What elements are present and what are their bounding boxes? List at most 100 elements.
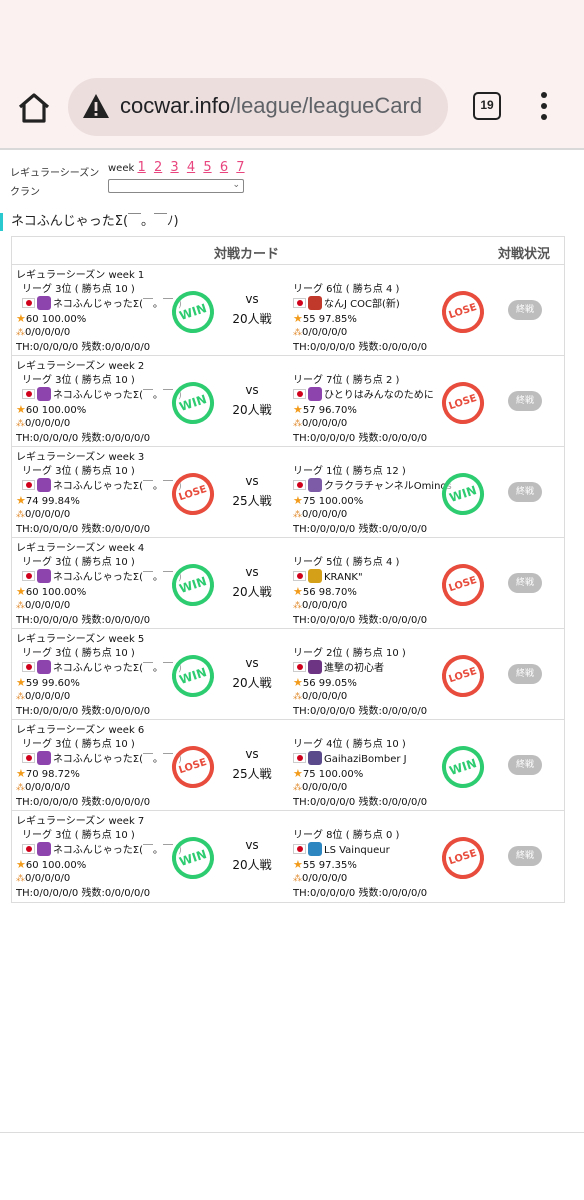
home-damage-line: ⁂0/0/0/0/0 [16,508,186,523]
home-clan-name[interactable]: ネコふんじゃったΣ(￣。￣ﾉ) [53,845,182,856]
warning-icon[interactable] [82,93,110,119]
star-icon: ★ [16,311,26,325]
home-clan-name[interactable]: ネコふんじゃったΣ(￣。￣ﾉ) [53,754,182,765]
home-damage-line: ⁂0/0/0/0/0 [16,599,186,614]
home-clan-name[interactable]: ネコふんじゃったΣ(￣。￣ﾉ) [53,390,182,401]
clan-badge-icon [308,660,322,674]
clan-badge-icon [308,751,322,765]
away-damage-line: ⁂0/0/0/0/0 [293,599,463,614]
home-stars: 59 99.60% [25,677,80,689]
status-button[interactable]: 終戦 [508,846,542,866]
clan-badge-icon [37,660,51,674]
away-clan: リーグ 4位 ( 勝ち点 10 ) GaihaziBomber J ★75 10… [293,724,463,809]
away-th: TH:0/0/0/0/0 残数:0/0/0/0/0 [293,523,428,535]
clan-heading: ネコふんじゃったΣ(￣。￣ﾉ) [0,213,179,231]
star-icon: ★ [293,584,303,598]
address-bar[interactable]: cocwar.info/league/leagueCard [68,78,448,136]
home-icon[interactable] [14,88,54,128]
triple-dot-icon: ⁂ [293,783,302,793]
more-menu-icon[interactable] [536,90,552,124]
week-link-4[interactable]: 4 [187,160,195,175]
away-rank: リーグ 1位 ( 勝ち点 12 ) [293,465,406,477]
home-clan-name[interactable]: ネコふんじゃったΣ(￣。￣ﾉ) [53,481,182,492]
home-stars-line: ★70 98.72% [16,767,186,782]
toolbar-divider [0,148,584,150]
home-rank: リーグ 3位 ( 勝ち点 10 ) [22,374,135,386]
status-button[interactable]: 終戦 [508,391,542,411]
japan-flag-icon [22,753,35,763]
away-clan-name[interactable]: LS Vainqueur [324,845,390,856]
away-th: TH:0/0/0/0/0 残数:0/0/0/0/0 [293,796,428,808]
chevron-down-icon: ⌄ [232,180,240,190]
home-clan-name[interactable]: ネコふんじゃったΣ(￣。￣ﾉ) [53,299,182,310]
home-th: TH:0/0/0/0/0 残数:0/0/0/0/0 [16,432,151,444]
away-clan: リーグ 2位 ( 勝ち点 10 ) 進撃の初心者 ★56 99.05% ⁂0/0… [293,633,463,718]
table-row: レギュラーシーズン week 7 リーグ 3位 ( 勝ち点 10 ) ネコふんじ… [12,811,564,902]
week-link-5[interactable]: 5 [203,160,211,175]
away-damage-line: ⁂0/0/0/0/0 [293,781,463,796]
away-stars: 75 100.00% [302,495,364,507]
clan-badge-icon [37,478,51,492]
away-damage: 0/0/0/0/0 [302,873,348,884]
away-clan-name[interactable]: 進撃の初心者 [324,663,384,674]
japan-flag-icon [293,753,306,763]
away-clan: リーグ 6位 ( 勝ち点 4 ) なんJ COC部(新) ★55 97.85% … [293,269,463,354]
star-icon: ★ [16,766,26,780]
home-damage: 0/0/0/0/0 [25,873,71,884]
browser-toolbar: cocwar.info/league/leagueCard 19 [0,72,584,148]
star-icon: ★ [293,402,303,416]
japan-flag-icon [293,571,306,581]
clan-badge-icon [37,751,51,765]
away-clan-name[interactable]: なんJ COC部(新) [324,299,400,310]
week-link-6[interactable]: 6 [220,160,228,175]
away-stars-line: ★75 100.00% [293,767,463,782]
away-stars: 57 96.70% [302,404,357,416]
away-clan: リーグ 7位 ( 勝ち点 2 ) ひとりはみんなのために ★57 96.70% … [293,360,463,445]
season-label: レギュラーシーズン [10,168,100,179]
home-stars-line: ★60 100.00% [16,858,186,873]
status-button[interactable]: 終戦 [508,482,542,502]
vs-label: vs [245,383,259,397]
away-clan: リーグ 5位 ( 勝ち点 4 ) KRANK" ★56 98.70% ⁂0/0/… [293,542,463,627]
home-clan: レギュラーシーズン week 2 リーグ 3位 ( 勝ち点 10 ) ネコふんじ… [16,360,186,445]
vs-label: vs [245,656,259,670]
home-clan-name[interactable]: ネコふんじゃったΣ(￣。￣ﾉ) [53,663,182,674]
week-label: week [108,163,135,174]
home-stars: 74 99.84% [25,495,80,507]
status-button[interactable]: 終戦 [508,664,542,684]
clan-label: クラン [10,187,40,198]
away-clan: リーグ 8位 ( 勝ち点 0 ) LS Vainqueur ★55 97.35%… [293,815,463,900]
clan-badge-icon [37,842,51,856]
clan-select[interactable]: ⌄ [108,179,244,193]
home-damage-line: ⁂0/0/0/0/0 [16,781,186,796]
week-link-1[interactable]: 1 [137,160,145,175]
home-rank: リーグ 3位 ( 勝ち点 10 ) [22,283,135,295]
away-name-line: ひとりはみんなのために [293,387,463,403]
away-clan-name[interactable]: ひとりはみんなのために [324,390,434,401]
status-button[interactable]: 終戦 [508,300,542,320]
home-clan: レギュラーシーズン week 7 リーグ 3位 ( 勝ち点 10 ) ネコふんじ… [16,815,186,900]
tab-switcher-button[interactable]: 19 [473,92,501,120]
away-stars-line: ★55 97.85% [293,312,463,327]
away-th: TH:0/0/0/0/0 残数:0/0/0/0/0 [293,432,428,444]
week-link-3[interactable]: 3 [170,160,178,175]
bottom-divider [0,1132,584,1133]
away-rank: リーグ 7位 ( 勝ち点 2 ) [293,374,400,386]
away-clan-name[interactable]: GaihaziBomber J [324,754,407,765]
status-button[interactable]: 終戦 [508,573,542,593]
triple-dot-icon: ⁂ [16,783,25,793]
away-damage: 0/0/0/0/0 [302,600,348,611]
week-link-7[interactable]: 7 [236,160,244,175]
table-row: レギュラーシーズン week 4 リーグ 3位 ( 勝ち点 10 ) ネコふんじ… [12,538,564,629]
away-clan-name[interactable]: クラクラチャンネルOminos [324,481,452,492]
url-text: cocwar.info/league/leagueCard [120,93,423,118]
star-icon: ★ [293,766,303,780]
home-clan-name[interactable]: ネコふんじゃったΣ(￣。￣ﾉ) [53,572,182,583]
star-icon: ★ [293,857,303,871]
clan-badge-icon [37,387,51,401]
status-button[interactable]: 終戦 [508,755,542,775]
away-clan-name[interactable]: KRANK" [324,572,363,583]
week-link-2[interactable]: 2 [154,160,162,175]
home-damage-line: ⁂0/0/0/0/0 [16,872,186,887]
home-clan: レギュラーシーズン week 3 リーグ 3位 ( 勝ち点 10 ) ネコふんじ… [16,451,186,536]
